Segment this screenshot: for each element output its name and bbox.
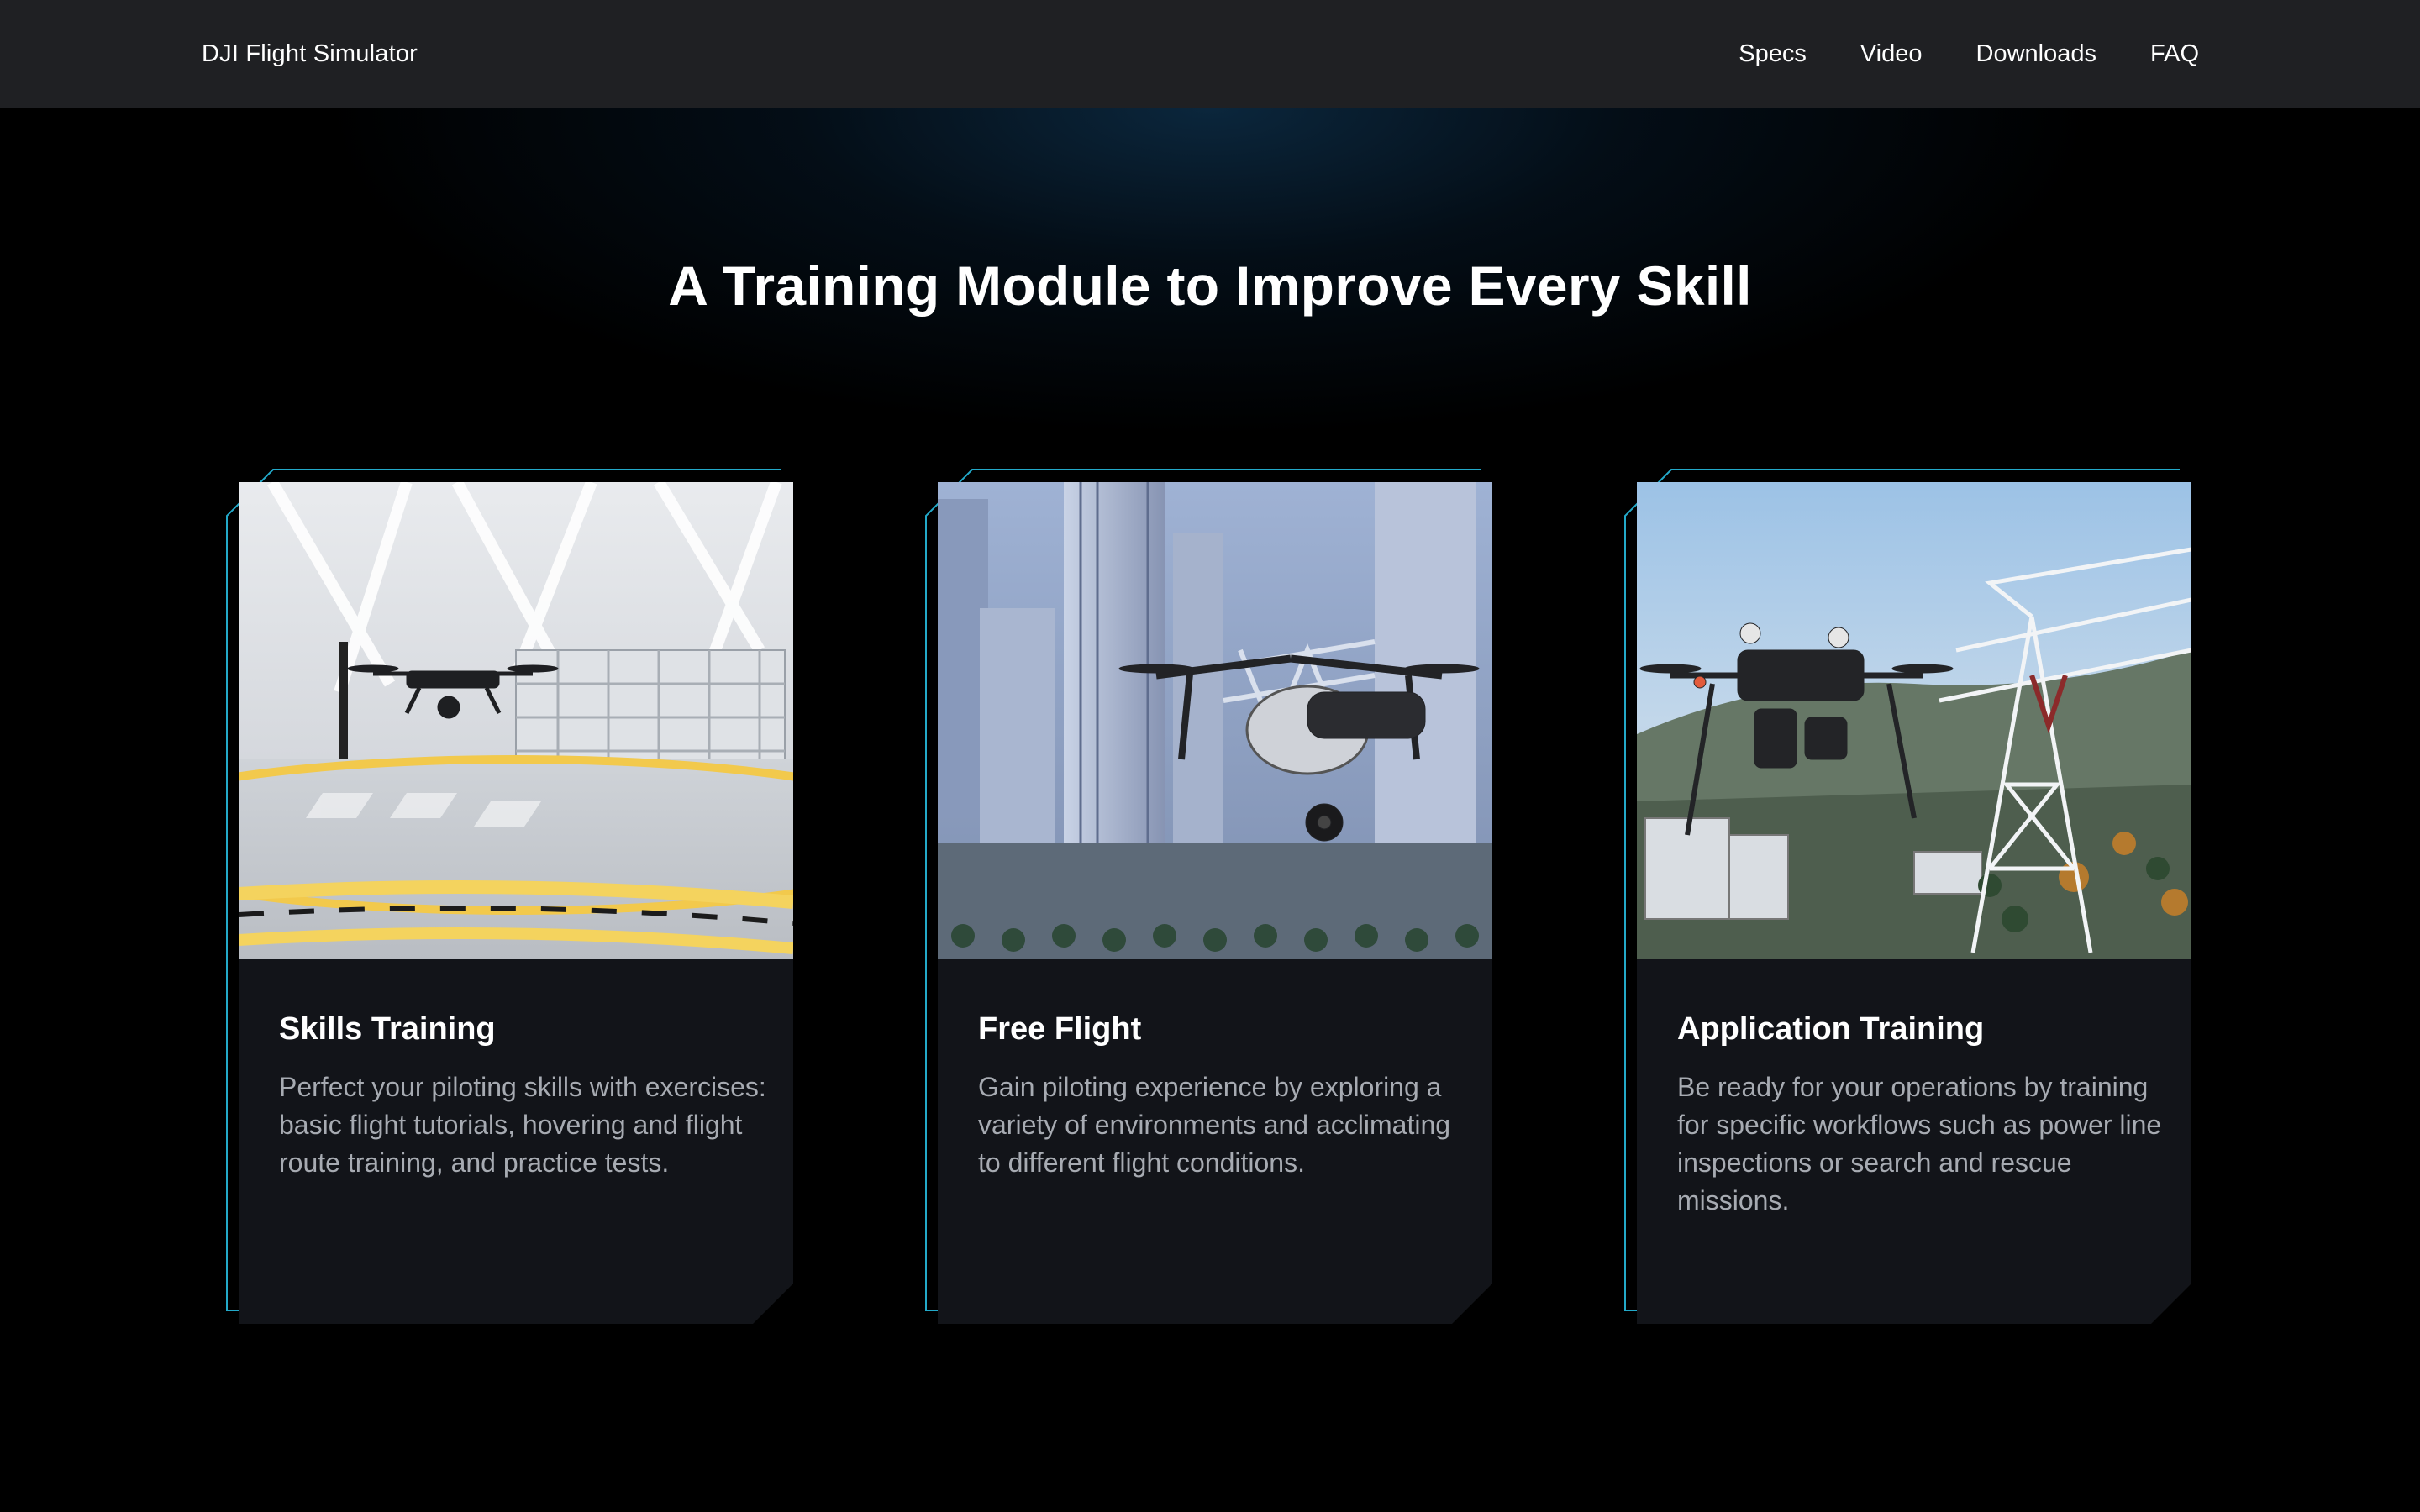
top-navbar: DJI Flight Simulator Specs Video Downloa… <box>0 0 2420 108</box>
nav-link-faq[interactable]: FAQ <box>2150 40 2199 68</box>
card-application-training[interactable]: Application Training Be ready for your o… <box>1623 469 2191 1324</box>
card-skills-training[interactable]: Skills Training Perfect your piloting sk… <box>225 469 793 1324</box>
card-title: Free Flight <box>978 1011 1142 1047</box>
card-title: Skills Training <box>279 1011 496 1047</box>
card-description: Perfect your piloting skills with exerci… <box>279 1072 766 1178</box>
hangar-drone-image <box>239 482 793 959</box>
brand-logo-text[interactable]: DJI Flight Simulator <box>202 40 418 68</box>
powerline-drone-image <box>1637 482 2191 959</box>
city-drone-image <box>938 482 1492 959</box>
nav-link-specs[interactable]: Specs <box>1739 40 1807 68</box>
section-headline: A Training Module to Improve Every Skill <box>668 255 1752 317</box>
card-description: Be ready for your operations by training… <box>1677 1072 2162 1215</box>
nav-links: Specs Video Downloads FAQ <box>1739 40 2199 68</box>
card-title: Application Training <box>1677 1011 1985 1047</box>
nav-link-video[interactable]: Video <box>1860 40 1923 68</box>
nav-link-downloads[interactable]: Downloads <box>1976 40 2096 68</box>
card-free-flight[interactable]: Free Flight Gain piloting experience by … <box>924 469 1492 1324</box>
card-description: Gain piloting experience by exploring a … <box>978 1072 1451 1178</box>
